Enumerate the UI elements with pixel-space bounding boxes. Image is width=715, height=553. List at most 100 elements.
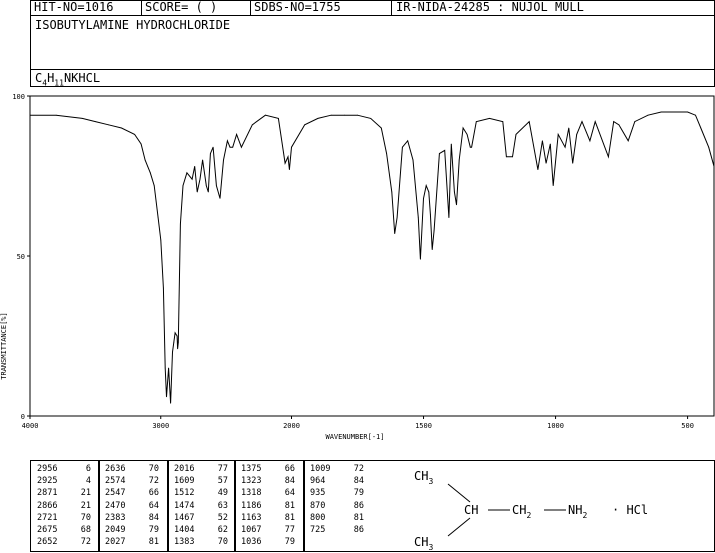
peak-transmittance: 79 xyxy=(284,537,295,548)
bond-bottom xyxy=(447,517,471,537)
spectrum-point xyxy=(429,214,431,215)
peak-wavenumber: 1474 xyxy=(174,500,195,511)
peak-table-row: 1609 57 xyxy=(174,476,228,486)
peak-table-row: 2016 77 xyxy=(174,464,228,474)
peak-transmittance: 72 xyxy=(80,537,91,548)
peak-wavenumber: 2636 xyxy=(105,464,126,474)
peak-table-row: 2574 72 xyxy=(105,476,159,486)
peak-table-row: 1383 70 xyxy=(174,537,228,547)
spectrum-point xyxy=(425,185,427,186)
spectrum-point xyxy=(205,185,207,186)
spectrum-line xyxy=(30,111,715,404)
spectrum-point xyxy=(396,217,398,219)
spectrum-point xyxy=(251,124,253,126)
spectrum-point xyxy=(179,223,181,225)
spectrum-point xyxy=(380,127,382,129)
nh2-group: NH2 xyxy=(568,503,587,520)
peak-transmittance: 77 xyxy=(217,464,228,474)
spectrum-point xyxy=(108,124,109,126)
peak-table-row: 1474 63 xyxy=(174,501,228,511)
peak-table-row: 1067 77 xyxy=(241,525,295,535)
y-tick-label: 0 xyxy=(21,413,25,421)
spectrum-point xyxy=(241,146,242,148)
peak-transmittance: 81 xyxy=(284,500,295,511)
ch2-group: CH2 xyxy=(512,503,531,520)
spectrum-point xyxy=(695,114,696,116)
hit-no-text: HIT-NO=1016 xyxy=(34,0,114,14)
ir-spectrum-chart: 100500 4000 3000 2000 1500 1000 500 WAVENUMBE… xyxy=(0,93,715,441)
spectrum-point xyxy=(291,146,292,148)
peak-wavenumber: 1163 xyxy=(241,512,262,523)
spectrum-point xyxy=(219,198,221,199)
peak-wavenumber: 1186 xyxy=(241,500,262,511)
peak-wavenumber: 935 xyxy=(310,488,326,499)
peak-transmittance: 63 xyxy=(217,500,228,511)
peak-wavenumber: 2574 xyxy=(105,476,126,487)
spectrum-point xyxy=(144,159,146,161)
peak-transmittance: 21 xyxy=(80,488,91,499)
spectrum-point xyxy=(581,121,583,122)
spectrum-point xyxy=(94,121,96,122)
y-tick-label: 50 xyxy=(17,253,25,261)
peak-wavenumber: 2925 xyxy=(37,476,58,487)
peak-transmittance: 64 xyxy=(284,488,295,499)
spectrum-point xyxy=(462,127,464,129)
spectrum-point xyxy=(545,162,547,164)
peak-transmittance: 79 xyxy=(148,525,159,535)
spectrum-point xyxy=(469,146,471,148)
peak-transmittance: 72 xyxy=(353,464,364,474)
spectrum-point xyxy=(428,191,430,193)
spectrum-point xyxy=(552,185,554,186)
ch-center: CH xyxy=(464,503,478,517)
spectrum-point xyxy=(278,118,279,119)
ir-id-text: IR-NIDA-24285 : NUJOL MULL xyxy=(396,0,584,14)
peak-wavenumber: 1512 xyxy=(174,488,195,499)
spectrum-point xyxy=(199,178,201,180)
spectrum-point xyxy=(673,111,675,113)
spectrum-point xyxy=(343,114,345,116)
header-sdbs-no: SDBS-NO=1755 xyxy=(250,0,392,16)
spectrum-point xyxy=(589,140,591,142)
x-axis-ticks: 4000 3000 2000 1500 1000 500 xyxy=(22,416,694,430)
spectrum-point xyxy=(176,335,178,337)
peak-wavenumber: 2027 xyxy=(105,537,126,548)
spectrum-point xyxy=(431,249,433,251)
x-axis-label: WAVENUMBER[-1] xyxy=(325,433,384,441)
header-ir-id: IR-NIDA-24285 : NUJOL MULL xyxy=(391,0,715,16)
peak-wavenumber: 964 xyxy=(310,476,326,487)
spectrum-point xyxy=(121,127,122,129)
spectrum-point xyxy=(157,217,159,219)
spectrum-point xyxy=(528,121,530,122)
spectrum-point xyxy=(502,121,504,122)
spectrum-point xyxy=(708,146,710,148)
spectrum-point xyxy=(172,351,173,353)
x-tick-label: 4000 xyxy=(22,422,39,430)
peak-transmittance: 4 xyxy=(85,476,91,487)
spectrum-point xyxy=(207,191,209,193)
spectrum-point xyxy=(568,127,570,129)
peak-table-row: 2925 4 xyxy=(37,476,91,486)
y-tick-label: 100 xyxy=(12,93,25,101)
peak-table-row: 2721 70 xyxy=(37,513,91,523)
spectrum-point xyxy=(140,143,142,145)
peak-table-row: 2470 64 xyxy=(105,501,159,511)
peak-wavenumber: 2470 xyxy=(105,500,126,511)
spectrum-point xyxy=(210,153,211,154)
spectrum-point xyxy=(182,185,184,186)
peak-transmittance: 77 xyxy=(284,525,295,535)
spectrum-point xyxy=(191,178,193,180)
peak-transmittance: 57 xyxy=(217,476,228,487)
spectrum-point xyxy=(168,367,169,369)
peak-table-row: 725 86 xyxy=(310,525,364,535)
spectrum-point xyxy=(29,114,31,116)
peak-table-column: 1375 66 1323 84 1318 64 1186 81 1163 81 1067 77 1036… xyxy=(234,460,305,552)
spectrum-point xyxy=(450,143,452,145)
spectrum-point xyxy=(412,159,414,161)
x-tick-label: 1000 xyxy=(547,422,564,430)
peak-table-row: 2049 79 xyxy=(105,525,159,535)
bond-top xyxy=(447,483,471,503)
peak-wavenumber: 1609 xyxy=(174,476,195,487)
spectrum-point xyxy=(607,156,609,158)
peak-transmittance: 21 xyxy=(80,500,91,511)
spectrum-point xyxy=(537,169,539,170)
